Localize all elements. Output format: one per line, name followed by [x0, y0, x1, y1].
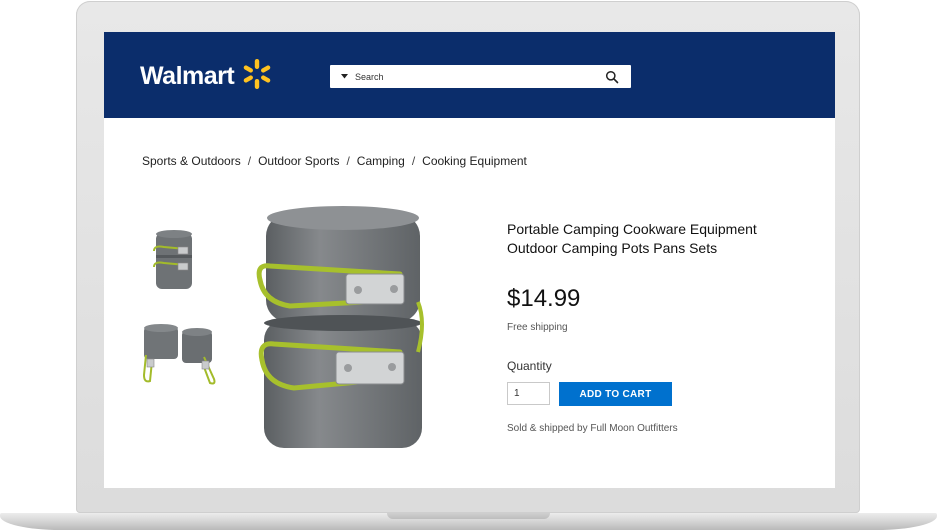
breadcrumb-item-camping[interactable]: Camping [357, 154, 405, 168]
add-to-cart-button[interactable]: ADD TO CART [559, 382, 672, 406]
caret-down-icon[interactable] [341, 74, 351, 79]
breadcrumb-separator: / [346, 154, 350, 168]
product-title-line-1: Portable Camping Cookware Equipment [507, 221, 757, 237]
breadcrumb-separator: / [411, 154, 416, 168]
shipping-info: Free shipping [507, 322, 568, 333]
browser-viewport: Walmart Search Sports & Outdoors / Outdo… [104, 32, 835, 488]
product-title-line-2: Outdoor Camping Pots Pans Sets [507, 240, 718, 256]
product-thumbnail-1[interactable] [144, 225, 204, 295]
search-bar[interactable]: Search [330, 65, 631, 88]
walmart-logo[interactable]: Walmart [140, 58, 274, 92]
laptop-notch [387, 513, 550, 519]
product-price: $14.99 [507, 285, 581, 312]
spark-icon [240, 57, 274, 96]
quantity-label: Quantity [507, 359, 552, 373]
site-header: Walmart Search [104, 32, 835, 118]
breadcrumb: Sports & Outdoors / Outdoor Sports / Cam… [142, 154, 527, 168]
seller-info: Sold & shipped by Full Moon Outfitters [507, 423, 678, 434]
brand-name: Walmart [140, 61, 235, 90]
search-input[interactable]: Search [355, 72, 384, 82]
search-icon[interactable] [605, 70, 619, 84]
breadcrumb-item-sports-outdoors[interactable]: Sports & Outdoors [142, 154, 241, 168]
breadcrumb-item-outdoor-sports[interactable]: Outdoor Sports [258, 154, 339, 168]
product-thumbnail-2[interactable] [138, 317, 222, 389]
breadcrumb-item-cooking-equipment[interactable]: Cooking Equipment [422, 154, 527, 168]
quantity-input[interactable] [507, 382, 550, 405]
product-main-image [250, 202, 436, 452]
product-title: Portable Camping Cookware Equipment Outd… [507, 220, 807, 258]
breadcrumb-separator: / [247, 154, 252, 168]
